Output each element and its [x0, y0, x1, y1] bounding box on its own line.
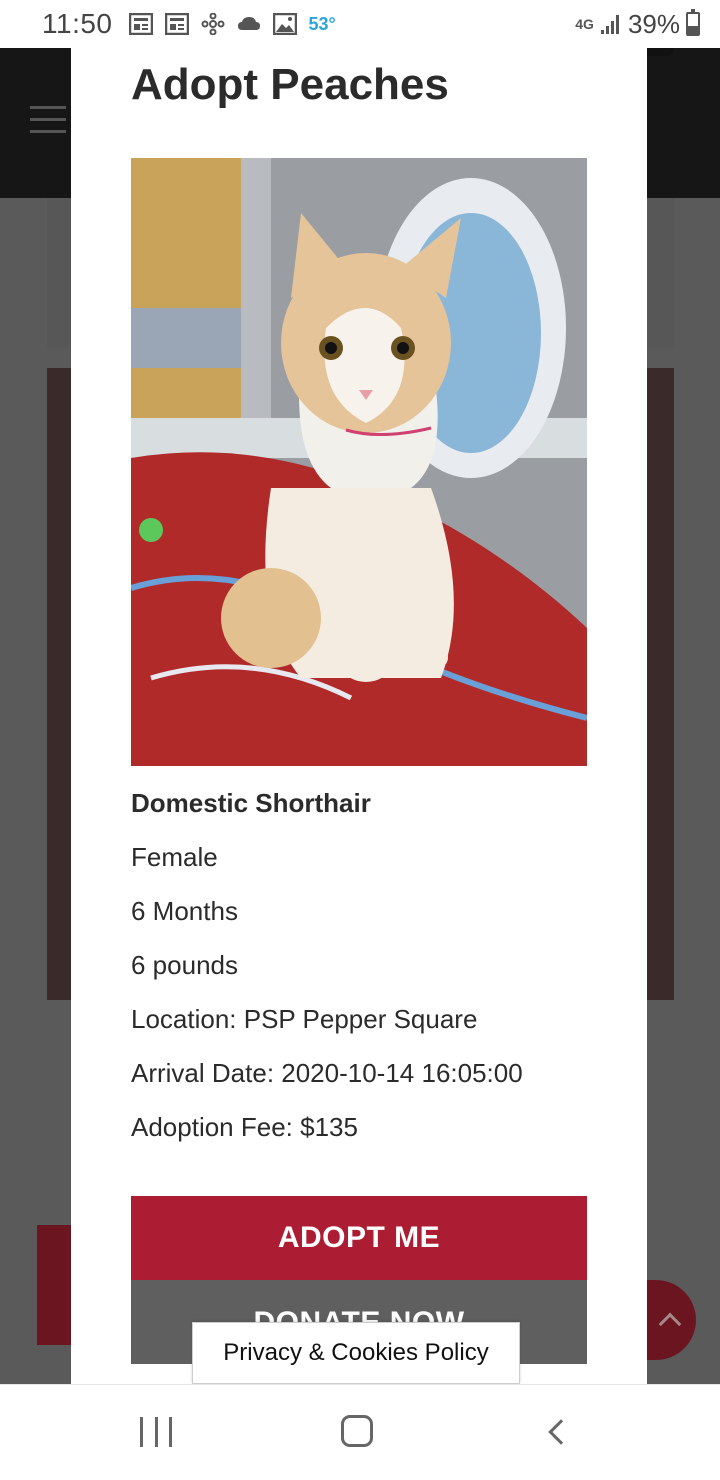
signal-icon	[600, 15, 619, 34]
back-icon[interactable]	[548, 1419, 574, 1445]
battery-icon	[686, 9, 700, 36]
pet-arrival-date: Arrival Date: 2020-10-14 16:05:00	[131, 1058, 523, 1088]
cloud-icon	[237, 17, 260, 30]
home-icon[interactable]	[341, 1415, 373, 1447]
pinwheel-icon	[201, 13, 224, 35]
status-time: 11:50	[42, 8, 113, 39]
image-icon	[272, 13, 297, 35]
battery-percent: 39%	[627, 8, 680, 39]
pet-age: 6 Months	[131, 896, 238, 926]
pet-breed: Domestic Shorthair	[131, 788, 371, 818]
pet-adoption-fee: Adoption Fee: $135	[131, 1112, 358, 1142]
status-right: 4G 39%	[575, 9, 700, 40]
news-icon	[164, 13, 189, 35]
pet-sex: Female	[131, 842, 218, 872]
pet-details: Domestic Shorthair Female 6 Months 6 pou…	[131, 786, 523, 1164]
temperature-text: 53°	[308, 13, 336, 34]
modal-title: Adopt Peaches	[131, 60, 449, 109]
cat-photo-image	[131, 158, 587, 766]
recents-icon[interactable]	[140, 1417, 172, 1447]
status-bar: 11:50 53° 4G 39%	[0, 0, 720, 48]
hamburger-menu-icon	[30, 106, 66, 142]
adopt-modal: Adopt Peaches Domestic Shorthair Female …	[71, 48, 647, 1384]
system-nav-bar	[0, 1384, 720, 1480]
news-icon	[128, 13, 153, 35]
status-icons: 53°	[128, 13, 336, 35]
pet-photo	[131, 158, 587, 766]
privacy-cookies-button[interactable]: Privacy & Cookies Policy	[192, 1322, 520, 1384]
pet-weight: 6 pounds	[131, 950, 238, 980]
pet-location: Location: PSP Pepper Square	[131, 1004, 478, 1034]
network-type: 4G	[575, 16, 594, 32]
adopt-me-button[interactable]: ADOPT ME	[131, 1196, 587, 1280]
chevron-up-icon	[658, 1312, 682, 1336]
